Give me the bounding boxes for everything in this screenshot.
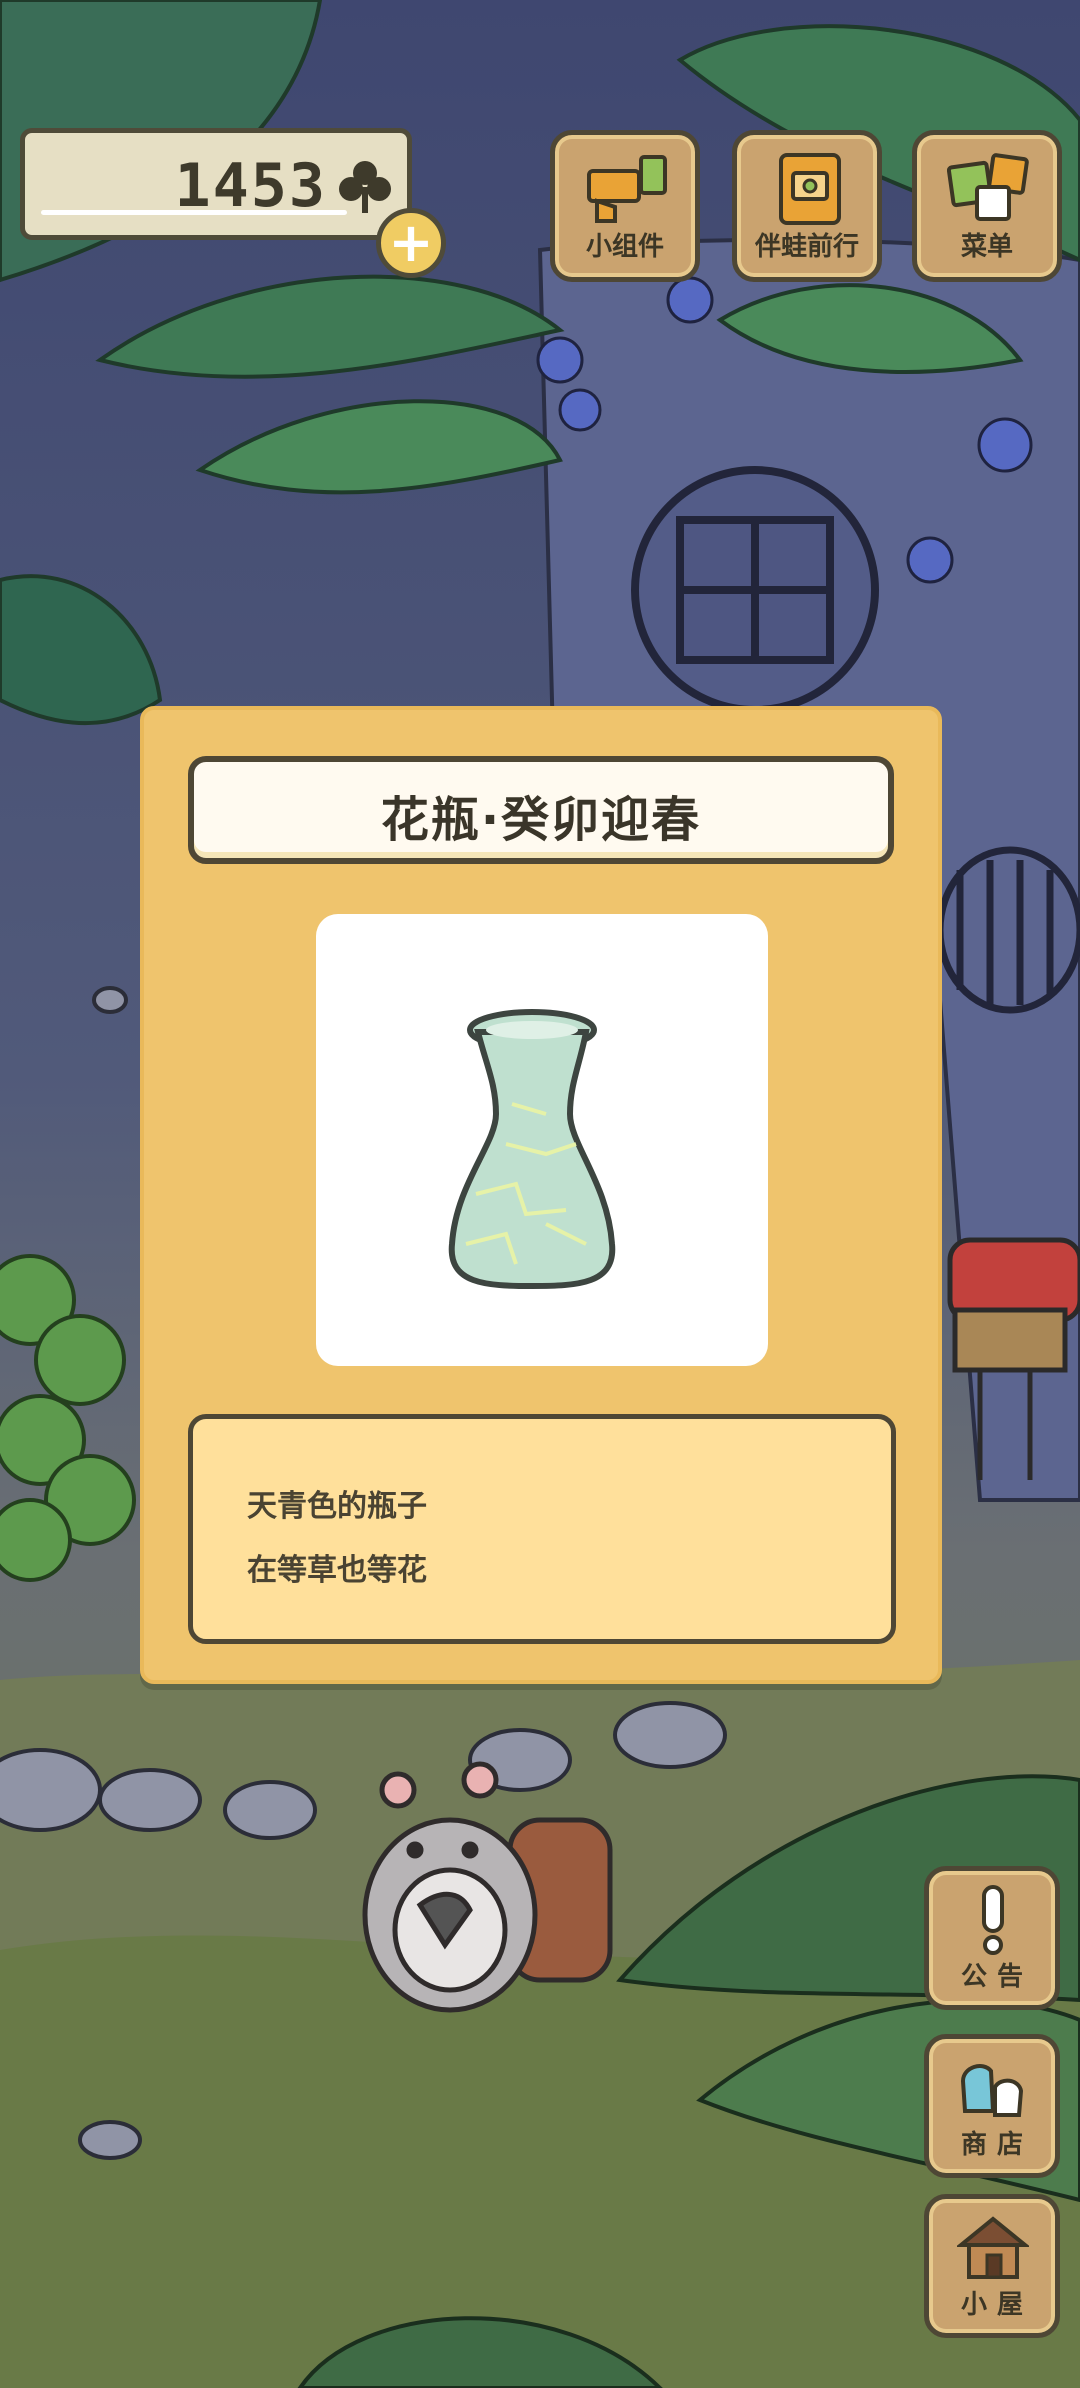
counter-underline: [41, 210, 347, 215]
clover-icon: [339, 161, 391, 213]
widgets-icon: [587, 155, 667, 223]
menu-label: 菜单: [960, 232, 1013, 262]
add-clover-button[interactable]: +: [376, 208, 446, 278]
house-button[interactable]: 小屋: [924, 2194, 1060, 2338]
widgets-button[interactable]: 小组件: [550, 130, 700, 282]
tree-window: [631, 466, 879, 714]
exclamation-icon: [982, 1885, 1004, 1955]
journal-icon: [779, 153, 841, 225]
item-dialog[interactable]: 花瓶·癸卯迎春 天青色的瓶子 在等草也等花: [140, 706, 942, 1684]
notice-label: 公告: [960, 1962, 1033, 1992]
house-icon: [957, 2216, 1029, 2279]
description-line-2: 在等草也等花: [247, 1553, 427, 1588]
item-title-box: 花瓶·癸卯迎春: [188, 756, 894, 864]
item-description-box: 天青色的瓶子 在等草也等花: [188, 1414, 896, 1644]
travel-label: 伴蛙前行: [754, 232, 859, 262]
plus-icon: +: [388, 211, 434, 274]
vase-icon: [448, 1009, 616, 1290]
house-label: 小屋: [960, 2290, 1033, 2320]
shop-label: 商店: [960, 2130, 1033, 2160]
clover-counter: 1453: [20, 128, 412, 240]
item-title: 花瓶·癸卯迎春: [380, 792, 702, 848]
travel-button[interactable]: 伴蛙前行: [732, 130, 882, 282]
widgets-label: 小组件: [585, 232, 664, 262]
shop-button[interactable]: 商店: [924, 2034, 1060, 2178]
bag-icon: [960, 2064, 1024, 2117]
item-image: [316, 914, 768, 1366]
menu-button[interactable]: 菜单: [912, 130, 1062, 282]
notice-button[interactable]: 公告: [924, 1866, 1060, 2010]
description-line-1: 天青色的瓶子: [247, 1489, 427, 1524]
menu-icon: [947, 153, 1029, 221]
